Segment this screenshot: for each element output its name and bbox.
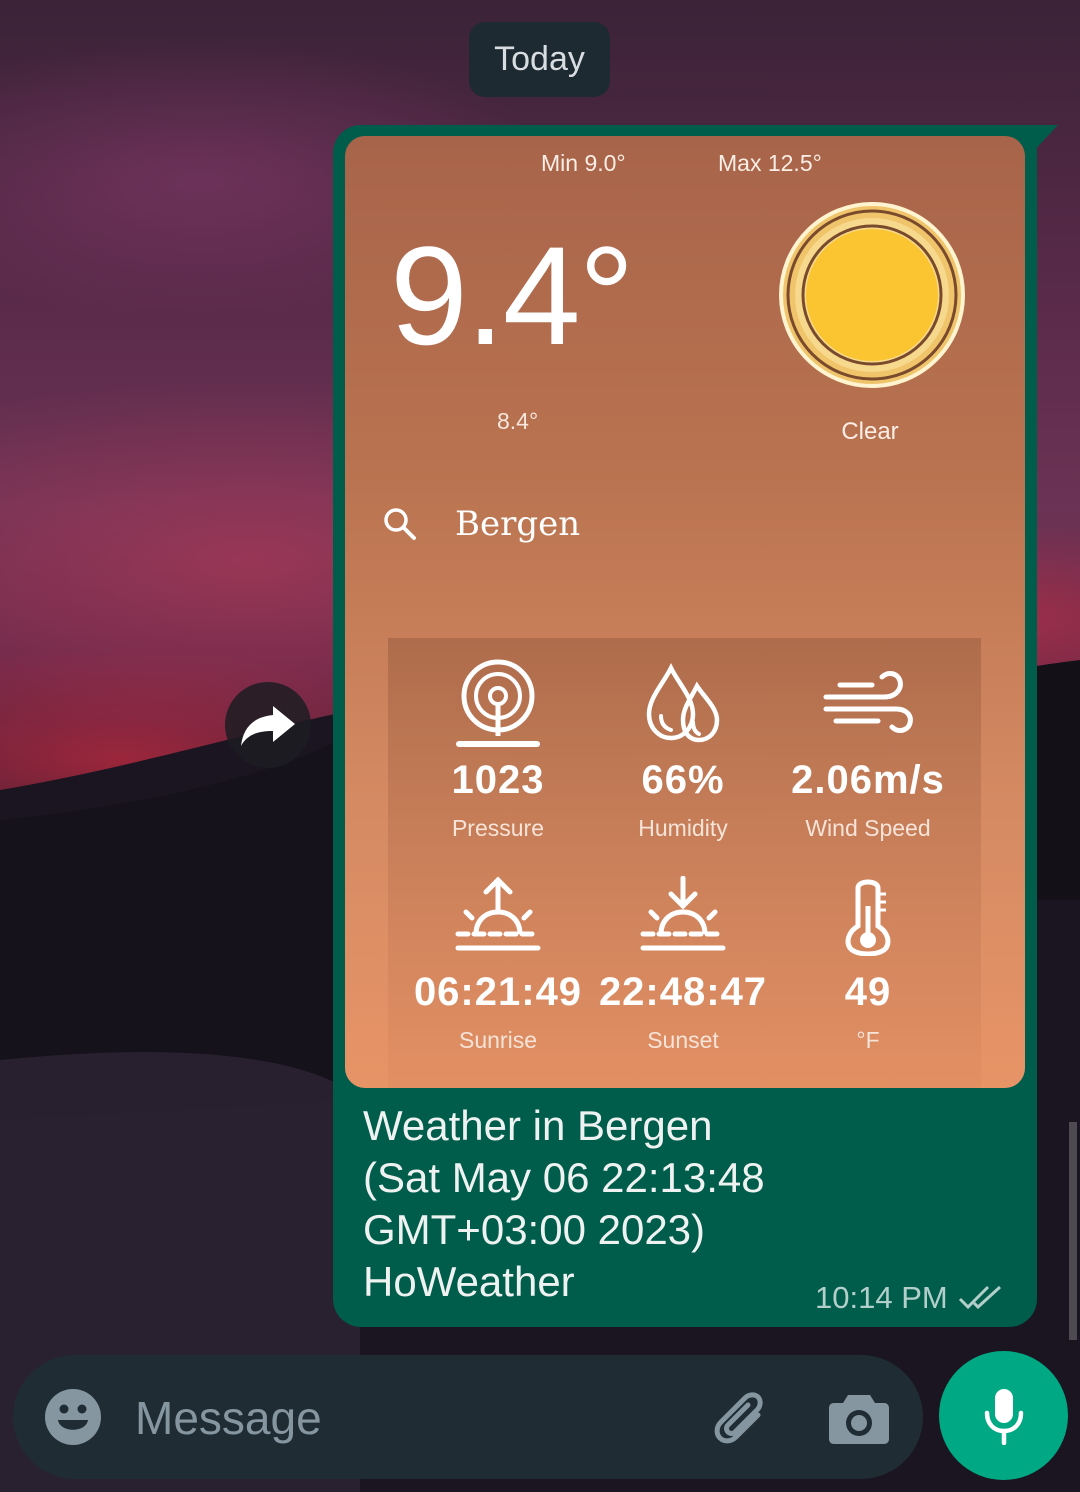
pressure-value: 1023	[451, 758, 545, 802]
max-temperature: Max 12.5°	[718, 150, 822, 176]
pressure-label: Pressure	[451, 815, 545, 841]
thermometer-icon	[773, 868, 963, 964]
pressure-gauge-icon	[403, 656, 593, 752]
camera-icon	[829, 1395, 889, 1444]
date-divider-chip: Today	[469, 22, 610, 97]
voice-message-button[interactable]	[939, 1351, 1068, 1480]
sunrise-icon	[403, 868, 593, 964]
min-temperature: Min 9.0°	[541, 150, 626, 176]
caption-line: GMT+03:00 2023)	[363, 1206, 706, 1253]
weather-stats-grid: 1023 Pressure 66% Humidity 2.06m/s Wind …	[388, 638, 981, 1088]
weather-condition: Clear	[841, 418, 899, 445]
stat-sunrise: 06:21:49 Sunrise	[403, 868, 593, 1054]
current-temperature: 9.4°	[390, 217, 635, 374]
stat-wind-speed: 2.06m/s Wind Speed	[773, 656, 963, 842]
forward-arrow-icon	[241, 706, 295, 746]
scrollbar[interactable]	[1069, 1122, 1077, 1340]
stat-sunset: 22:48:47 Sunset	[588, 868, 778, 1054]
paperclip-icon	[714, 1392, 763, 1444]
sun-icon	[777, 200, 967, 390]
forward-button[interactable]	[225, 682, 311, 768]
sunrise-label: Sunrise	[459, 1027, 537, 1053]
caption-line: Weather in Bergen	[363, 1102, 713, 1149]
wind-speed-value: 2.06m/s	[791, 758, 945, 802]
weather-image-card[interactable]: Min 9.0° Max 12.5° 9.4° 8.4° Clear Berge…	[345, 136, 1025, 1088]
fahrenheit-value: 49	[844, 970, 892, 1014]
read-double-check-icon	[958, 1285, 1001, 1310]
sunrise-value: 06:21:49	[413, 970, 583, 1014]
humidity-value: 66%	[641, 758, 725, 802]
stat-humidity: 66% Humidity	[588, 656, 778, 842]
message-composer	[13, 1355, 923, 1479]
search-icon	[384, 508, 416, 540]
humidity-label: Humidity	[638, 815, 728, 841]
caption-line: (Sat May 06 22:13:48	[363, 1154, 765, 1201]
message-meta: 10:14 PM	[815, 1280, 1004, 1316]
emoji-icon	[45, 1389, 101, 1445]
sunset-value: 22:48:47	[598, 970, 768, 1014]
stat-fahrenheit: 49 °F	[773, 868, 963, 1054]
wind-speed-label: Wind Speed	[805, 815, 931, 841]
message-time: 10:14 PM	[815, 1280, 948, 1315]
message-caption: Weather in Bergen (Sat May 06 22:13:48 G…	[363, 1100, 1003, 1308]
message-input[interactable]	[133, 1385, 657, 1451]
fahrenheit-label: °F	[856, 1027, 880, 1053]
camera-button[interactable]	[828, 1387, 890, 1447]
feels-like-temperature: 8.4°	[497, 408, 539, 434]
wind-icon	[773, 656, 963, 752]
attach-button[interactable]	[706, 1385, 770, 1449]
stat-pressure: 1023 Pressure	[403, 656, 593, 842]
city-name: Bergen	[455, 504, 581, 544]
sunset-label: Sunset	[647, 1027, 719, 1053]
sunset-icon	[588, 868, 778, 964]
city-search[interactable]: Bergen	[383, 504, 580, 544]
humidity-drops-icon	[588, 656, 778, 752]
emoji-button[interactable]	[43, 1387, 103, 1447]
microphone-icon	[984, 1388, 1023, 1445]
